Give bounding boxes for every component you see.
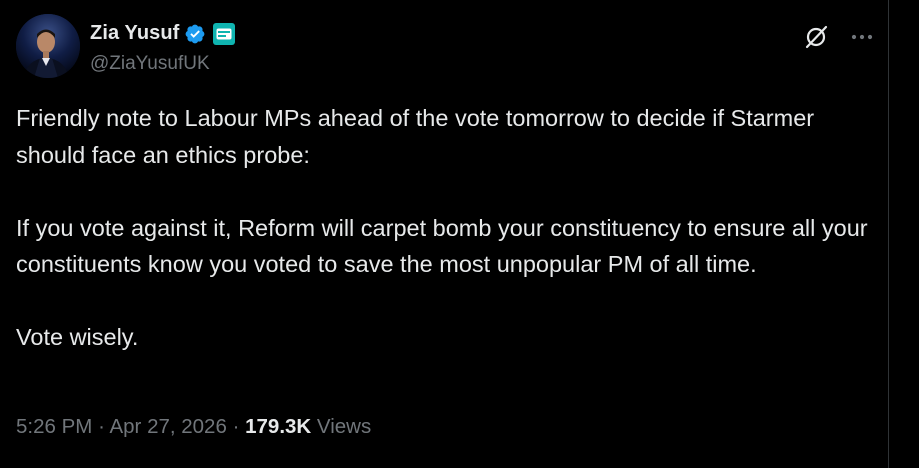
column-divider: [888, 0, 889, 468]
tweet-date[interactable]: Apr 27, 2026: [109, 415, 226, 438]
name-row: Zia Yusuf: [90, 22, 236, 45]
more-horizontal-icon[interactable]: [849, 26, 875, 48]
organization-affiliate-icon[interactable]: [213, 22, 236, 45]
display-name[interactable]: Zia Yusuf: [90, 22, 179, 45]
tweet-paragraph: Vote wisely.: [16, 324, 139, 350]
tweet-text: Friendly note to Labour MPs ahead of the…: [16, 100, 876, 356]
tweet-header: Zia Yusuf @ZiaYusufUK: [16, 14, 879, 80]
grok-icon[interactable]: [803, 24, 829, 50]
author-handle[interactable]: @ZiaYusufUK: [90, 53, 210, 75]
verified-badge-icon[interactable]: [184, 23, 206, 45]
tweet-metadata: 5:26 PM · Apr 27, 2026 · 179.3K Views: [16, 415, 371, 439]
tweet-time[interactable]: 5:26 PM: [16, 415, 92, 438]
tweet-paragraph: If you vote against it, Reform will carp…: [16, 214, 868, 278]
meta-separator: ·: [98, 415, 105, 438]
tweet-paragraph: Friendly note to Labour MPs ahead of the…: [16, 105, 815, 168]
views-label: Views: [316, 415, 372, 438]
meta-separator: ·: [232, 415, 240, 438]
avatar[interactable]: [16, 14, 80, 78]
views-count: 179.3K: [245, 415, 312, 438]
avatar-photo: [16, 14, 80, 78]
